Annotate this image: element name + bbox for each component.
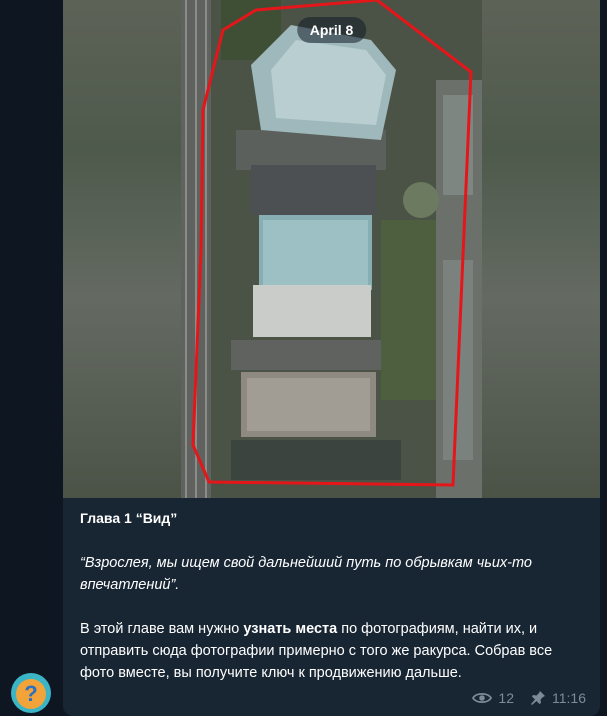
pin-icon bbox=[531, 691, 545, 705]
message-bubble[interactable]: April 8 Глава 1 “Вид” “Взрослея, мы ищем… bbox=[63, 0, 600, 716]
body-text-start: В этой главе вам нужно bbox=[80, 621, 244, 637]
views-count: 12 bbox=[498, 690, 514, 706]
message-time: 11:16 bbox=[552, 690, 586, 706]
message-meta: 12 11:16 bbox=[472, 690, 586, 706]
photo-blur-right bbox=[482, 0, 600, 498]
aerial-map-image bbox=[181, 0, 482, 498]
message-title: Глава 1 “Вид” bbox=[80, 510, 178, 526]
sender-avatar[interactable]: ? bbox=[11, 673, 51, 713]
photo-blur-left bbox=[63, 0, 181, 498]
message-photo[interactable]: April 8 bbox=[63, 0, 600, 498]
message-quote: “Взрослея, мы ищем свой дальнейший путь … bbox=[80, 555, 532, 593]
question-mark-avatar: ? bbox=[16, 679, 46, 709]
body-text-bold: узнать места bbox=[243, 621, 338, 637]
message-body: В этой главе вам нужно узнать места по ф… bbox=[80, 618, 585, 684]
date-badge: April 8 bbox=[296, 17, 367, 43]
eye-icon bbox=[472, 692, 493, 704]
message-text-area: Глава 1 “Вид” “Взрослея, мы ищем свой да… bbox=[80, 498, 585, 684]
